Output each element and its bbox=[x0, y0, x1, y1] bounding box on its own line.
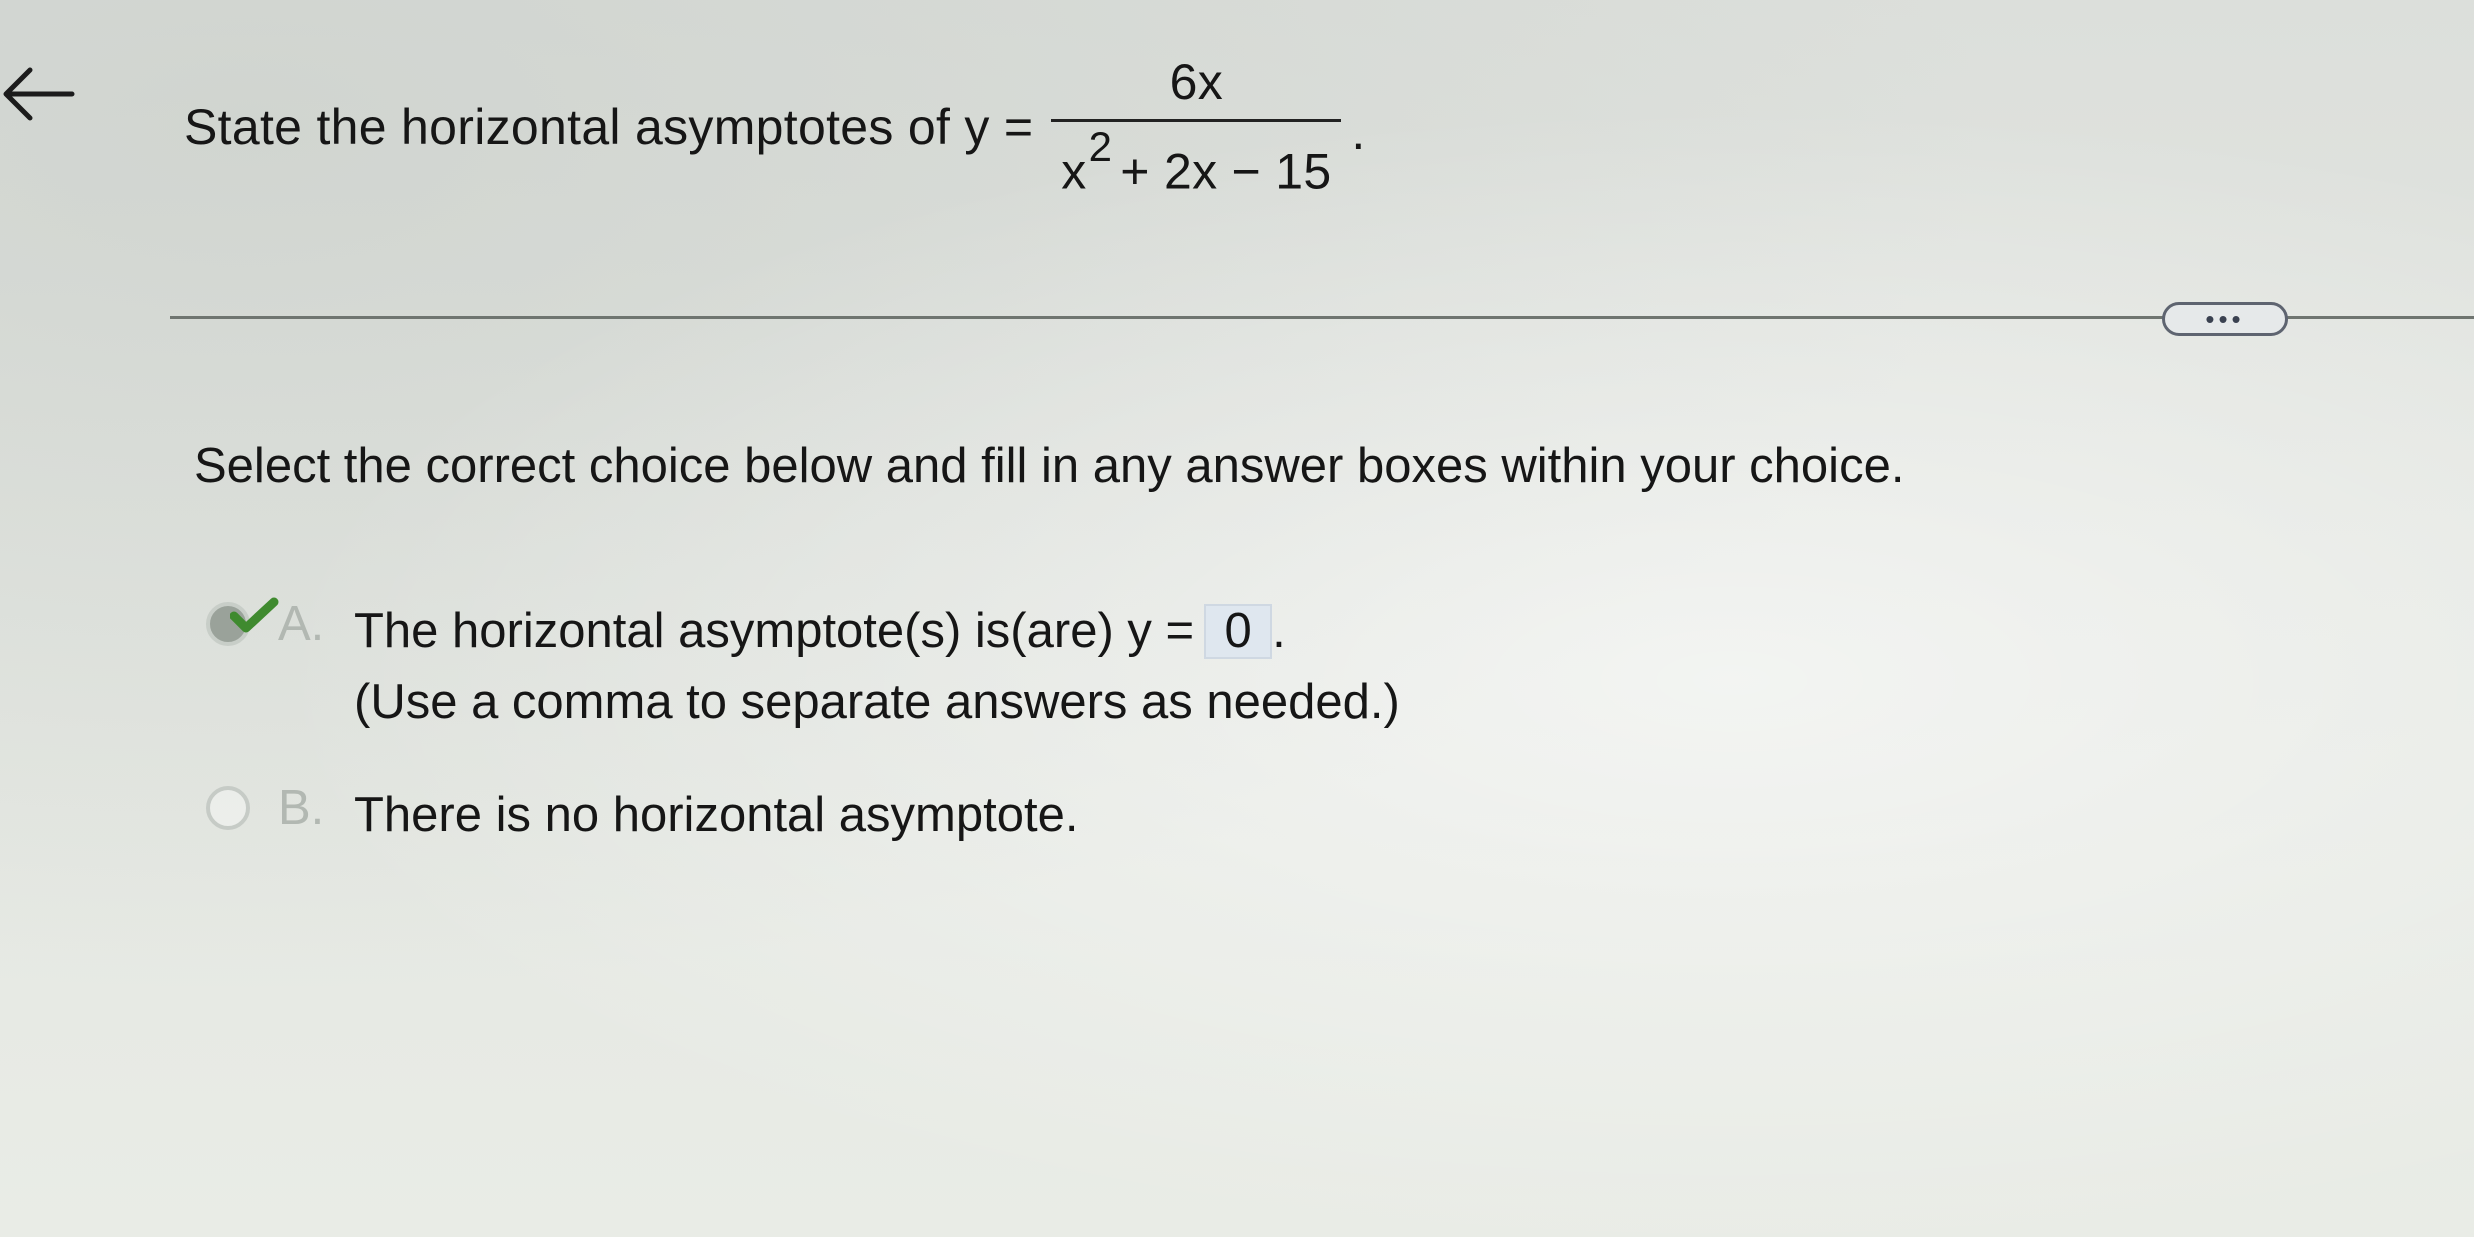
choice-b[interactable]: B. There is no horizontal asymptote. bbox=[206, 780, 1078, 851]
choice-a-letter: A. bbox=[278, 597, 325, 651]
checkmark-icon bbox=[230, 597, 279, 633]
choice-b-body: There is no horizontal asymptote. bbox=[354, 780, 1078, 851]
question-lead: State the horizontal asymptotes of y = bbox=[184, 99, 1034, 155]
instruction-text: Select the correct choice below and fill… bbox=[194, 439, 1905, 493]
answer-box[interactable]: 0 bbox=[1204, 604, 1273, 660]
choice-a-hint: (Use a comma to separate answers as need… bbox=[354, 675, 1400, 730]
fraction-denominator: x2 + 2x − 15 bbox=[1061, 122, 1331, 197]
question-prompt: State the horizontal asymptotes of y = 6… bbox=[184, 52, 1366, 202]
section-divider bbox=[170, 316, 2474, 319]
choice-b-letter: B. bbox=[278, 781, 325, 835]
choice-a-text: The horizontal asymptote(s) is(are) y = bbox=[354, 604, 1195, 658]
choice-b-radio[interactable] bbox=[206, 786, 250, 830]
choice-a-radio[interactable] bbox=[206, 597, 279, 646]
choice-a-end: . bbox=[1272, 604, 1286, 658]
question-end: . bbox=[1351, 104, 1366, 160]
denominator-base: x bbox=[1061, 143, 1087, 200]
choice-a-statement: The horizontal asymptote(s) is(are) y = 0… bbox=[354, 596, 1400, 667]
choice-b-text: There is no horizontal asymptote. bbox=[354, 788, 1079, 842]
choice-a[interactable]: A. The horizontal asymptote(s) is(are) y… bbox=[206, 596, 1400, 738]
denominator-exponent: 2 bbox=[1088, 123, 1113, 171]
denominator-rest: + 2x − 15 bbox=[1120, 143, 1332, 200]
choice-a-body: The horizontal asymptote(s) is(are) y = 0… bbox=[354, 596, 1400, 738]
question-page: State the horizontal asymptotes of y = 6… bbox=[0, 0, 2474, 1237]
more-options-button[interactable]: ••• bbox=[2162, 302, 2288, 336]
back-arrow-icon[interactable] bbox=[0, 62, 80, 126]
fraction-numerator: 6x bbox=[1169, 54, 1224, 111]
function-fraction: 6x x2 + 2x − 15 bbox=[1051, 54, 1342, 197]
